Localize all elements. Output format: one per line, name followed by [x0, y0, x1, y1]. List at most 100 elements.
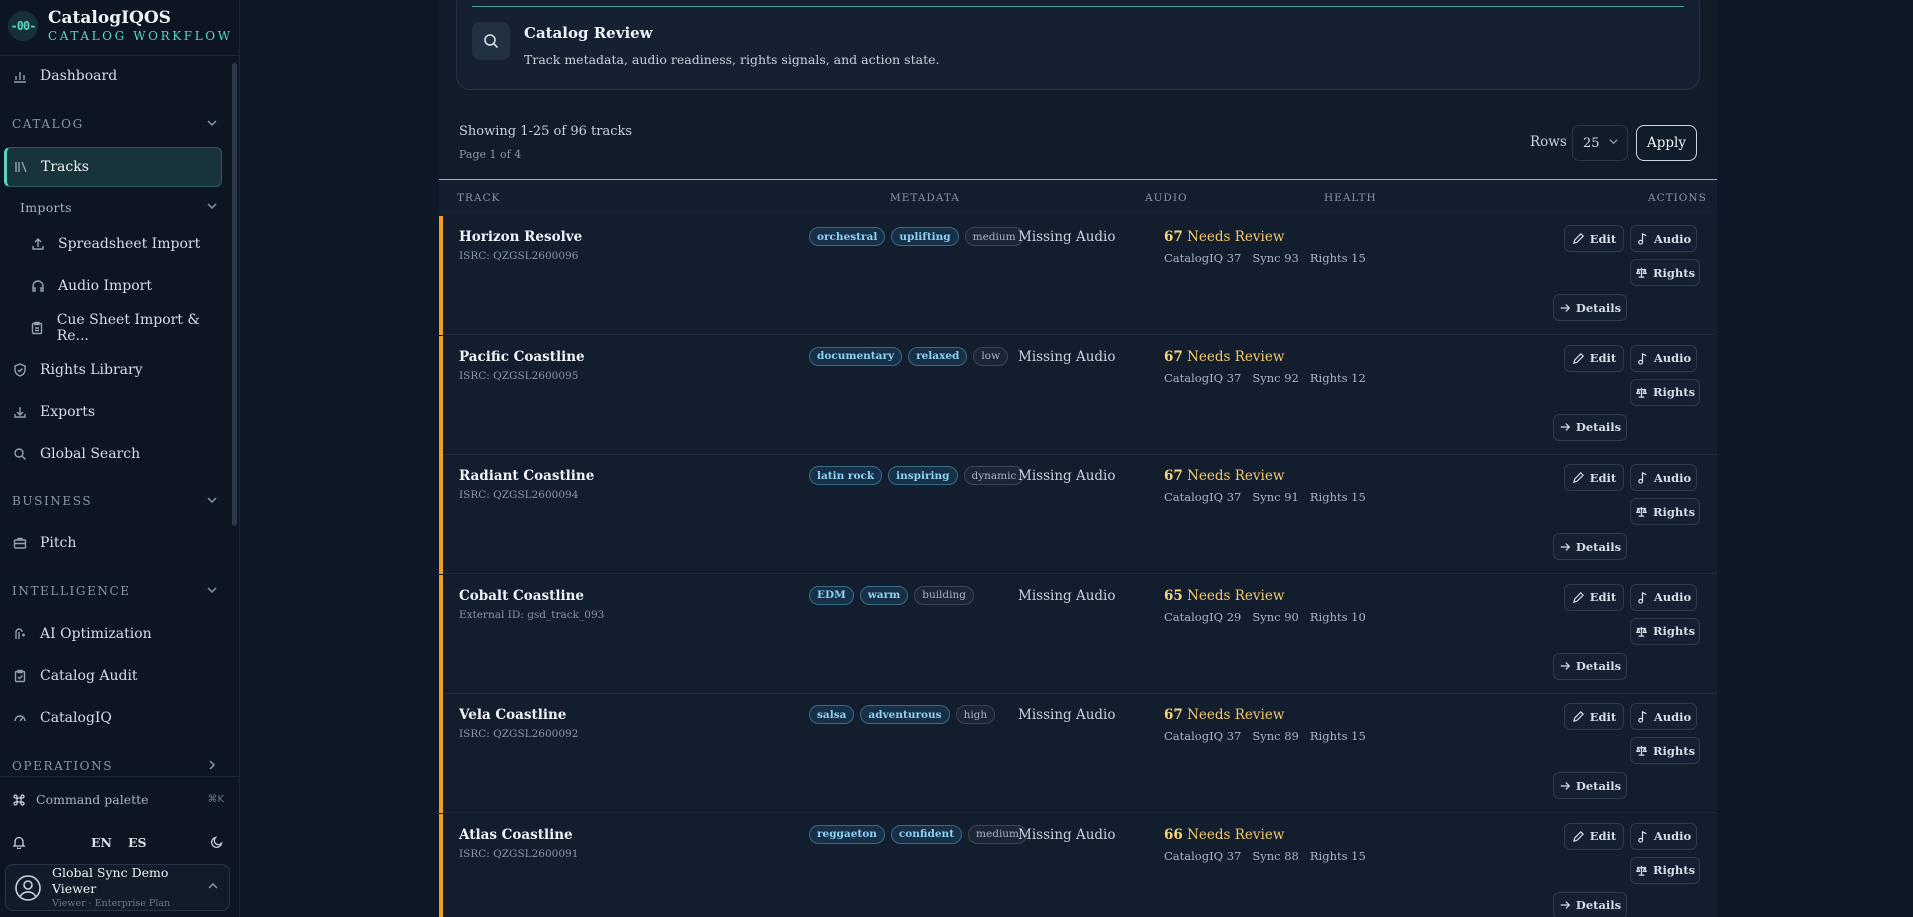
audio-button[interactable]: Audio — [1630, 225, 1697, 252]
section-operations[interactable]: OPERATIONS — [12, 756, 218, 776]
audio-button[interactable]: Audio — [1630, 464, 1697, 491]
audio-button[interactable]: Audio — [1630, 822, 1697, 850]
track-title[interactable]: Vela Coastline — [459, 707, 566, 723]
row-status-accent — [439, 813, 443, 917]
track-title[interactable]: Cobalt Coastline — [459, 588, 584, 604]
chevron-up-icon — [207, 880, 219, 895]
track-title[interactable]: Horizon Resolve — [459, 229, 582, 245]
brand-subtitle: CATALOG WORKFLOW — [48, 29, 233, 43]
table-row[interactable]: Horizon Resolve ISRC: QZGSL2600096 orche… — [439, 216, 1717, 335]
edit-button[interactable]: Edit — [1564, 464, 1624, 491]
sidebar-item-dashboard[interactable]: Dashboard — [4, 57, 222, 95]
sidebar-nav[interactable]: Dashboard CATALOG Tracks Imports Spreads — [0, 56, 240, 776]
command-shortcut: ⌘K — [207, 794, 224, 805]
track-title[interactable]: Atlas Coastline — [459, 827, 573, 843]
edit-label: Edit — [1589, 829, 1617, 843]
details-label: Details — [1575, 659, 1622, 673]
sync-score: Sync 92 — [1252, 370, 1299, 385]
metadata-tag: high — [955, 705, 996, 724]
sync-score: Sync 93 — [1252, 251, 1299, 265]
sidebar-scrollbar[interactable] — [232, 63, 237, 526]
rights-button[interactable]: Rights — [1630, 617, 1700, 645]
section-imports[interactable]: Imports — [20, 197, 218, 217]
rows-per-page-select[interactable]: 25 — [1572, 125, 1628, 161]
music-note-icon — [1637, 232, 1647, 245]
sidebar-item-tracks[interactable]: Tracks — [4, 147, 222, 187]
sidebar-item-pitch[interactable]: Pitch — [4, 524, 222, 562]
details-button[interactable]: Details — [1553, 772, 1627, 799]
audio-status: Missing Audio — [1018, 468, 1116, 484]
edit-button[interactable]: Edit — [1564, 225, 1624, 252]
sidebar-item-label: Dashboard — [40, 68, 118, 84]
sidebar-item-label: Audio Import — [58, 278, 152, 294]
table-row[interactable]: Atlas Coastline ISRC: QZGSL2600091 regga… — [439, 813, 1717, 917]
details-button[interactable]: Details — [1553, 294, 1627, 321]
rights-button[interactable]: Rights — [1630, 259, 1700, 286]
health-status: Needs Review — [1187, 348, 1285, 365]
edit-button[interactable]: Edit — [1564, 344, 1624, 372]
metadata-tag: confident — [890, 824, 963, 844]
rights-label: Rights — [1652, 863, 1696, 877]
bell-icon[interactable] — [12, 835, 26, 849]
section-business[interactable]: BUSINESS — [12, 491, 218, 511]
moon-icon[interactable] — [210, 835, 224, 849]
sidebar-item-catalogiq[interactable]: CatalogIQ — [4, 699, 222, 737]
col-metadata: METADATA — [890, 192, 960, 204]
sidebar-item-spreadsheet-import[interactable]: Spreadsheet Import — [4, 225, 222, 263]
details-button[interactable]: Details — [1553, 891, 1627, 917]
details-button[interactable]: Details — [1553, 652, 1627, 680]
brand[interactable]: -00- CatalogIQOS CATALOG WORKFLOW — [8, 8, 233, 44]
rights-button[interactable]: Rights — [1630, 737, 1700, 764]
details-button[interactable]: Details — [1553, 533, 1627, 560]
lang-en-button[interactable]: EN — [91, 835, 112, 850]
rights-button[interactable]: Rights — [1630, 856, 1700, 884]
track-title[interactable]: Pacific Coastline — [459, 349, 585, 365]
scale-icon — [1635, 865, 1647, 876]
rights-label: Rights — [1652, 624, 1696, 638]
rights-button[interactable]: Rights — [1630, 498, 1700, 525]
rights-label: Rights — [1652, 504, 1696, 519]
gauge-icon — [12, 710, 28, 726]
library-icon — [13, 159, 29, 175]
sidebar-item-rights-library[interactable]: Rights Library — [4, 351, 222, 389]
table-row[interactable]: Pacific Coastline ISRC: QZGSL2600095 doc… — [439, 335, 1717, 455]
health-score-value: 67 — [1164, 707, 1183, 723]
audio-status: Missing Audio — [1018, 348, 1116, 365]
edit-button[interactable]: Edit — [1564, 822, 1624, 850]
edit-button[interactable]: Edit — [1564, 583, 1624, 611]
col-health: HEALTH — [1324, 192, 1377, 204]
table-row[interactable]: Cobalt Coastline External ID: gsd_track_… — [439, 574, 1717, 694]
details-button[interactable]: Details — [1553, 413, 1627, 441]
clipboard-icon — [30, 320, 45, 336]
user-menu[interactable]: Global Sync Demo Viewer Viewer · Enterpr… — [5, 864, 230, 911]
audio-button[interactable]: Audio — [1630, 344, 1697, 372]
metadata-tags: orchestral uplifting medium — [809, 227, 1024, 246]
music-note-icon — [1637, 471, 1647, 484]
section-catalog[interactable]: CATALOG — [12, 114, 218, 134]
audio-button[interactable]: Audio — [1630, 583, 1697, 611]
catalogiq-score: CatalogIQ 37 — [1164, 490, 1242, 504]
rights-score: Rights 15 — [1309, 490, 1366, 504]
sidebar-item-exports[interactable]: Exports — [4, 393, 222, 431]
sidebar-item-audio-import[interactable]: Audio Import — [4, 267, 222, 305]
edit-button[interactable]: Edit — [1564, 703, 1624, 730]
health-score: 65 Needs Review — [1164, 588, 1284, 604]
arrow-right-icon — [1560, 423, 1570, 431]
sidebar-item-global-search[interactable]: Global Search — [4, 435, 222, 473]
audio-button[interactable]: Audio — [1630, 703, 1697, 730]
track-title[interactable]: Radiant Coastline — [459, 468, 594, 484]
col-track: TRACK — [457, 192, 501, 204]
sidebar-item-cue-sheet-import[interactable]: Cue Sheet Import & Re... — [4, 309, 222, 347]
track-id: ISRC: QZGSL2600092 — [459, 728, 579, 740]
lang-es-button[interactable]: ES — [128, 835, 147, 850]
command-palette-button[interactable]: Command palette ⌘K — [12, 792, 224, 807]
section-intelligence[interactable]: INTELLIGENCE — [12, 581, 218, 601]
table-row[interactable]: Radiant Coastline ISRC: QZGSL2600094 lat… — [439, 455, 1717, 574]
sidebar-item-ai-optimization[interactable]: AI Optimization — [4, 615, 222, 653]
details-label: Details — [1575, 898, 1622, 912]
apply-button[interactable]: Apply — [1636, 125, 1697, 161]
rights-score: Rights 15 — [1309, 848, 1366, 863]
table-row[interactable]: Vela Coastline ISRC: QZGSL2600092 salsa a… — [439, 694, 1717, 813]
sidebar-item-catalog-audit[interactable]: Catalog Audit — [4, 657, 222, 695]
rights-button[interactable]: Rights — [1630, 378, 1700, 406]
